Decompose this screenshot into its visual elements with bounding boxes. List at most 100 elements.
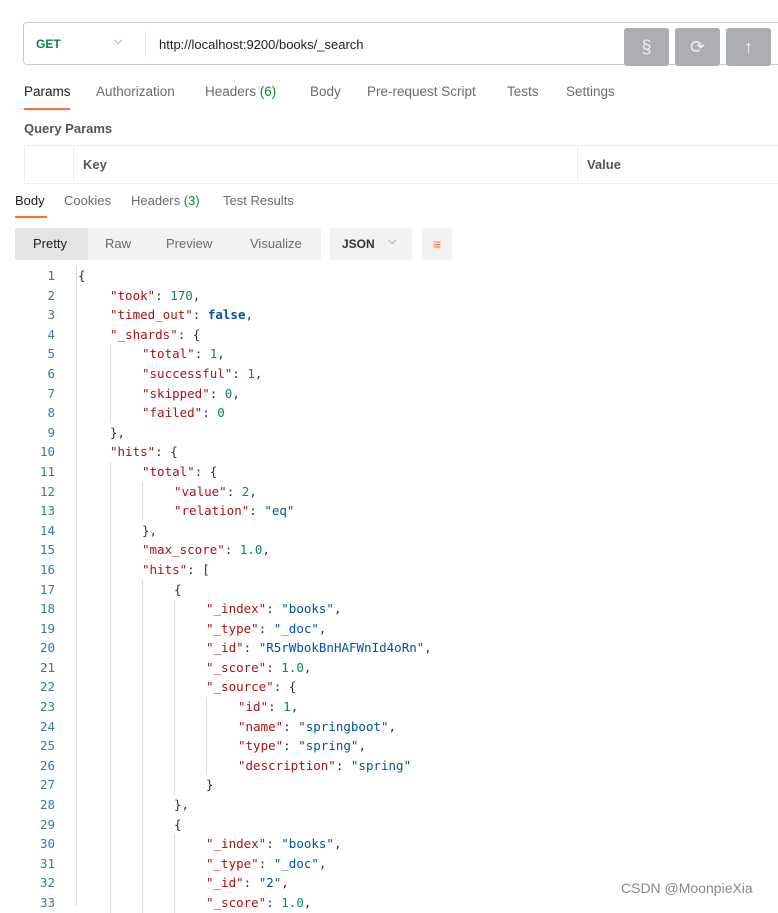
tab-body[interactable]: Body [310, 84, 341, 99]
line-number: 8 [47, 405, 55, 421]
line-number: 14 [39, 522, 55, 538]
code-token: : [194, 346, 210, 362]
code-token: 1.0 [239, 542, 263, 558]
code-token: , [388, 718, 397, 734]
code-token: false [207, 307, 246, 323]
indent-guide [142, 716, 174, 737]
indent-guide [78, 580, 110, 600]
section-icon[interactable]: § [624, 28, 669, 66]
indent-guide [110, 697, 142, 717]
indent-guide [142, 657, 174, 678]
tab-tests[interactable]: Tests [507, 84, 539, 99]
indent-guide [206, 697, 238, 717]
response-tab-headers[interactable]: Headers (3) [131, 193, 200, 208]
query-params-table [24, 145, 778, 184]
view-raw[interactable]: Raw [105, 236, 131, 251]
code-token: : [249, 503, 265, 519]
indent-guide [78, 619, 110, 639]
code-token: }, [142, 522, 158, 538]
view-visualize[interactable]: Visualize [250, 236, 302, 251]
code-token: , [303, 895, 312, 910]
line-number: 3 [47, 307, 55, 323]
indent-guide [78, 599, 110, 619]
code-token: "_id" [206, 875, 244, 891]
refresh-icon[interactable]: ⟳ [675, 28, 720, 66]
method-select[interactable]: GET [36, 37, 61, 51]
code-line: 6 "successful": 1, [0, 363, 432, 384]
tab-pre-request-script[interactable]: Pre-request Script [367, 84, 476, 99]
indent-guide [110, 363, 142, 384]
line-number: 29 [39, 816, 55, 832]
code-token: , [424, 640, 432, 656]
chevron-down-icon[interactable]: ⌵ [114, 35, 122, 48]
indent-guide [206, 716, 238, 737]
line-number: 26 [39, 757, 55, 773]
tab-params[interactable]: Params [24, 84, 71, 99]
indent-guide [174, 775, 206, 796]
indent-guide [110, 481, 142, 502]
code-token: "timed_out" [110, 307, 193, 323]
indent-guide [78, 344, 110, 364]
indent-guide [142, 677, 174, 698]
indent-guide [142, 736, 174, 756]
line-number: 18 [39, 601, 55, 617]
code-token: "_type" [206, 855, 259, 871]
indent-guide [78, 854, 110, 874]
code-line: 23 "id": 1, [0, 697, 432, 717]
response-tab-body[interactable]: Body [15, 193, 45, 208]
code-line: 9}, [0, 423, 432, 443]
code-token: , [333, 601, 342, 617]
indent-guide [78, 775, 110, 795]
tab-settings[interactable]: Settings [566, 84, 615, 99]
code-token: : [209, 385, 225, 401]
indent-guide [142, 755, 174, 776]
code-token: 0 [217, 405, 225, 421]
code-token: "2" [258, 875, 282, 891]
code-token: "type" [238, 738, 284, 754]
code-token: : { [155, 444, 178, 460]
code-token: "_type" [206, 620, 259, 636]
line-number: 24 [39, 718, 55, 734]
code-token: 1 [209, 346, 218, 362]
code-token: : { [194, 463, 218, 479]
response-tab-test-results[interactable]: Test Results [223, 193, 294, 208]
code-token: : [266, 836, 282, 852]
view-preview[interactable]: Preview [166, 236, 212, 251]
code-token: : [226, 483, 242, 499]
code-token: 1.0 [281, 659, 304, 675]
indent-guide [174, 599, 206, 619]
code-token: "_doc" [273, 620, 319, 636]
code-token: : [268, 699, 284, 715]
indent-guide [110, 775, 142, 796]
response-tab-cookies[interactable]: Cookies [64, 193, 111, 208]
line-number: 11 [39, 463, 55, 479]
view-pretty[interactable]: Pretty [33, 236, 67, 251]
indent-guide [78, 717, 110, 737]
code-token: "_score" [206, 659, 267, 675]
indent-guide [110, 540, 142, 560]
indent-guide [110, 893, 142, 913]
tab-authorization[interactable]: Authorization [96, 84, 175, 99]
wrap-lines-icon[interactable]: ≡ [422, 228, 452, 260]
code-token: "_id" [206, 640, 244, 656]
code-token: : [258, 855, 274, 871]
code-line: 14}, [0, 520, 432, 541]
code-token: "took" [110, 287, 156, 303]
indent-guide [78, 462, 110, 482]
line-number: 23 [39, 699, 55, 715]
code-line: 1{ [0, 266, 432, 286]
upload-icon[interactable]: ↑ [726, 28, 771, 66]
watermark: CSDN @MoonpieXia [621, 880, 753, 896]
code-line: 8 "failed": 0 [0, 403, 432, 423]
code-token: 1 [247, 365, 255, 381]
indent-guide [110, 383, 142, 404]
line-number: 28 [39, 797, 55, 813]
code-token: "_source" [206, 679, 274, 695]
tab-label: Headers [205, 84, 257, 99]
url-input[interactable]: http://localhost:9200/books/_search [159, 37, 364, 52]
code-token: : [202, 405, 218, 421]
tab-headers[interactable]: Headers (6) [205, 84, 276, 99]
code-line: 3 "timed_out": false, [0, 305, 432, 325]
line-number: 33 [39, 895, 55, 910]
indent-guide [110, 814, 142, 835]
